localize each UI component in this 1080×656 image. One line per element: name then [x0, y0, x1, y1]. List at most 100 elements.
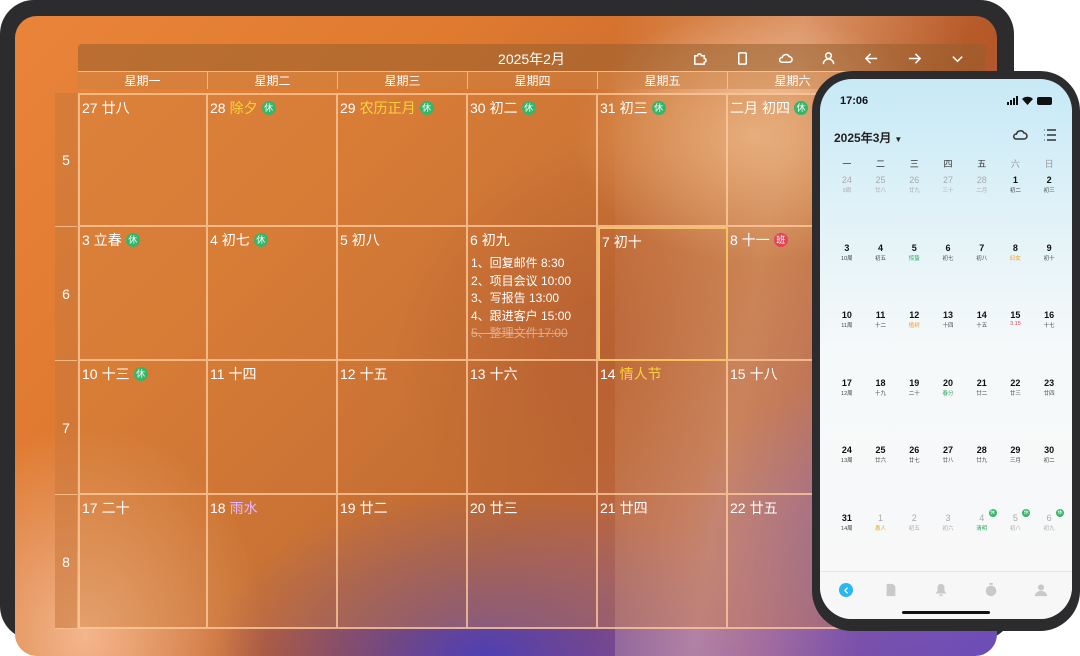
phone-day-cell[interactable]: 28 二月: [965, 173, 999, 241]
phone-day-number: 25: [875, 175, 886, 185]
phone-lunar-label: 初七: [942, 255, 954, 262]
phone-day-cell[interactable]: 31 14周: [830, 511, 864, 579]
phone-day-cell[interactable]: 4 初五: [864, 241, 898, 309]
calendar-day-cell[interactable]: 20 廿三: [468, 495, 598, 629]
phone-day-cell[interactable]: 16 十七: [1032, 308, 1066, 376]
phone-day-cell[interactable]: 27 三十: [931, 173, 965, 241]
phone-day-cell[interactable]: 2 初五: [897, 511, 931, 579]
phone-day-cell[interactable]: 13 十四: [931, 308, 965, 376]
task-item[interactable]: 4、跟进客户 15:00: [471, 308, 571, 326]
cloud-icon[interactable]: [764, 48, 807, 68]
calendar-day-cell[interactable]: 6 初九 1、回复邮件 8:30 2、项目会议 10:00 3、写报告 13:00 4、跟…: [468, 227, 598, 361]
phone-day-cell[interactable]: 21 廿二: [965, 376, 999, 444]
phone-day-cell[interactable]: 24 9周: [830, 173, 864, 241]
phone-day-cell[interactable]: 4 清明休: [965, 508, 999, 579]
calendar-day-cell[interactable]: 3 立春休: [78, 227, 208, 361]
phone-day-cell[interactable]: 6 初九休: [1032, 508, 1066, 579]
phone-day-cell[interactable]: 8 妇女: [999, 241, 1033, 309]
phone-lunar-label: 初八: [1009, 525, 1021, 532]
phone-day-cell[interactable]: 7 初八: [965, 241, 999, 309]
phone-day-number: 9: [1046, 242, 1052, 253]
calendar-day-cell[interactable]: 10 十三休: [78, 361, 208, 495]
phone-day-number: 2: [911, 512, 917, 523]
holiday-badge: 休: [133, 367, 148, 381]
bell-icon[interactable]: [929, 578, 953, 602]
calendar-day-cell[interactable]: 18 雨水: [208, 495, 338, 629]
phone-day-cell[interactable]: 18 十九: [864, 376, 898, 444]
calendar-day-cell[interactable]: 28 除夕休: [208, 93, 338, 227]
calendar-day-cell[interactable]: 12 十五: [338, 361, 468, 495]
phone-day-cell[interactable]: 19 二十: [897, 376, 931, 444]
phone-day-cell[interactable]: 11 十二: [864, 308, 898, 376]
phone-day-cell[interactable]: 6 初七: [931, 241, 965, 309]
chevron-left-icon[interactable]: [839, 583, 853, 597]
phone-day-cell[interactable]: 29 三月: [999, 443, 1033, 511]
document-icon[interactable]: [879, 578, 903, 602]
phone-day-number: 10: [841, 310, 852, 320]
arrow-left-icon[interactable]: [850, 48, 893, 68]
calendar-day-cell[interactable]: 7 初十: [598, 227, 728, 361]
phone-day-cell[interactable]: 5 惊蛰: [897, 241, 931, 309]
task-item[interactable]: 2、项目会议 10:00: [471, 273, 571, 291]
phone-day-cell[interactable]: 12 植树: [897, 308, 931, 376]
calendar-day-cell[interactable]: 31 初三休: [598, 93, 728, 227]
arrow-right-icon[interactable]: [893, 48, 936, 68]
phone-day-cell[interactable]: 5 初八休: [999, 508, 1033, 579]
user-icon[interactable]: [807, 48, 850, 68]
phone-day-cell[interactable]: 22 廿三: [999, 376, 1033, 444]
phone-day-cell[interactable]: 30 初二: [1032, 443, 1066, 511]
phone-day-cell[interactable]: 25 廿六: [864, 443, 898, 511]
phone-day-number: 12: [909, 310, 920, 320]
chevron-down-icon[interactable]: [936, 48, 979, 68]
phone-day-cell[interactable]: 1 初二: [999, 173, 1033, 241]
phone-day-cell[interactable]: 3 10周: [830, 241, 864, 309]
phone-day-cell[interactable]: 14 十五: [965, 308, 999, 376]
puzzle-icon[interactable]: [678, 48, 721, 68]
calendar-day-cell[interactable]: 19 廿二: [338, 495, 468, 629]
timer-icon[interactable]: [979, 578, 1003, 602]
task-item[interactable]: 1、回复邮件 8:30: [471, 255, 571, 273]
phone-day-cell[interactable]: 24 13周: [830, 443, 864, 511]
phone-lunar-label: 14周: [841, 525, 853, 532]
phone-day-cell[interactable]: 25 廿八: [864, 173, 898, 241]
phone-month-selector[interactable]: 2025年3月 ▼: [834, 129, 902, 146]
cloud-icon[interactable]: [1012, 127, 1028, 143]
phone-day-cell[interactable]: 23 廿四: [1032, 376, 1066, 444]
calendar-day-cell[interactable]: 21 廿四: [598, 495, 728, 629]
calendar-day-cell[interactable]: 13 十六: [468, 361, 598, 495]
phone-day-cell[interactable]: 15 3.15: [999, 308, 1033, 376]
phone-day-cell[interactable]: 10 11周: [830, 308, 864, 376]
calendar-day-cell[interactable]: 14 情人节: [598, 361, 728, 495]
phone-day-cell[interactable]: 20 春分: [931, 376, 965, 444]
calendar-day-cell[interactable]: 11 十四: [208, 361, 338, 495]
tablet-icon[interactable]: [721, 48, 764, 68]
phone-day-cell[interactable]: 3 初六: [931, 511, 965, 579]
task-item[interactable]: 3、写报告 13:00: [471, 290, 571, 308]
phone-day-cell[interactable]: 27 廿八: [931, 443, 965, 511]
phone-day-cell[interactable]: 26 廿七: [897, 443, 931, 511]
list-icon[interactable]: [1042, 127, 1058, 143]
phone-lunar-label: 初十: [1043, 255, 1055, 262]
calendar-day-cell[interactable]: 30 初二休: [468, 93, 598, 227]
calendar-header: 2025年2月: [78, 44, 985, 71]
task-item[interactable]: 5、整理文件17:00: [471, 325, 571, 343]
calendar-day-cell[interactable]: 27 廿八: [78, 93, 208, 227]
day-label: 17 二十: [82, 498, 130, 518]
phone-day-cell[interactable]: 9 初十: [1032, 241, 1066, 309]
phone-day-number: 28: [976, 445, 987, 455]
day-number: 15: [730, 366, 746, 382]
phone-day-cell[interactable]: 1 愚人: [864, 511, 898, 579]
phone-day-cell[interactable]: 26 廿九: [897, 173, 931, 241]
phone-day-cell[interactable]: 2 初三: [1032, 173, 1066, 241]
day-label: 30 初二休: [470, 98, 536, 118]
calendar-day-cell[interactable]: 17 二十: [78, 495, 208, 629]
day-number: 3: [82, 232, 90, 248]
phone-day-cell[interactable]: 28 廿九: [965, 443, 999, 511]
person-icon[interactable]: [1029, 578, 1053, 602]
phone-lunar-label: 二十: [908, 390, 920, 397]
calendar-day-cell[interactable]: 4 初七休: [208, 227, 338, 361]
calendar-day-cell[interactable]: 29 农历正月休: [338, 93, 468, 227]
phone-lunar-label: 初二: [1043, 458, 1055, 464]
calendar-day-cell[interactable]: 5 初八: [338, 227, 468, 361]
phone-day-cell[interactable]: 17 12周: [830, 376, 864, 444]
